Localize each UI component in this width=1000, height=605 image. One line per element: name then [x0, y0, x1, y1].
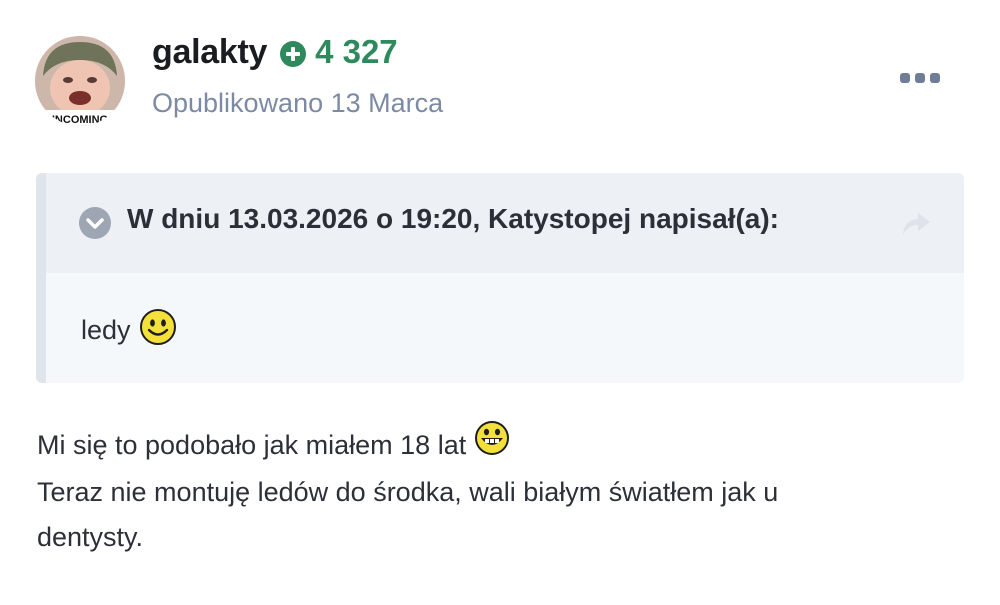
post-line: Teraz nie montuję ledów do środka, wali …: [37, 470, 937, 515]
ellipsis-icon: [915, 73, 925, 83]
avatar[interactable]: INCOMING: [35, 36, 125, 126]
reputation-count: 4 327: [315, 33, 398, 70]
author-line: galakty 4 327: [152, 30, 398, 74]
post-text-line-2: Teraz nie montuję ledów do środka, wali …: [37, 477, 779, 507]
share-arrow-icon: [903, 213, 930, 235]
post-text-line-3: dentysty.: [37, 522, 144, 552]
quote-header: W dniu 13.03.2026 o 19:20, Katystopej na…: [46, 173, 964, 273]
chevron-down-circle-icon: [79, 207, 111, 239]
author-name[interactable]: galakty: [152, 33, 267, 72]
quote-content: ledy: [81, 308, 177, 353]
forum-post: INCOMING galakty 4 327 Opublikowano 13 M…: [0, 0, 1000, 605]
plus-circle-icon: [279, 38, 307, 67]
quote-border: [36, 173, 46, 383]
post-line: dentysty.: [37, 515, 937, 560]
avatar-caption: INCOMING: [52, 114, 108, 126]
post-content: Mi się to podobało jak miałem 18 lat Ter…: [37, 420, 937, 560]
quote-toggle-button[interactable]: [79, 207, 111, 239]
post-menu-button[interactable]: [900, 70, 940, 86]
post-text-line-1: Mi się to podobało jak miałem 18 lat: [37, 429, 467, 460]
post-line: Mi się to podobało jak miałem 18 lat: [37, 420, 937, 470]
grin-emoticon: [474, 420, 510, 470]
quote-body: ledy: [46, 273, 964, 383]
ellipsis-icon: [930, 73, 940, 83]
quote-block: W dniu 13.03.2026 o 19:20, Katystopej na…: [36, 173, 964, 383]
quote-citation: W dniu 13.03.2026 o 19:20, Katystopej na…: [127, 203, 779, 234]
avatar-image: INCOMING: [35, 36, 125, 126]
quote-text: ledy: [81, 315, 131, 345]
reputation-badge[interactable]: 4 327: [279, 33, 398, 71]
ellipsis-icon: [900, 73, 910, 83]
smile-emoticon: [139, 308, 177, 353]
post-date[interactable]: Opublikowano 13 Marca: [152, 88, 443, 119]
quote-share-button[interactable]: [900, 211, 932, 237]
